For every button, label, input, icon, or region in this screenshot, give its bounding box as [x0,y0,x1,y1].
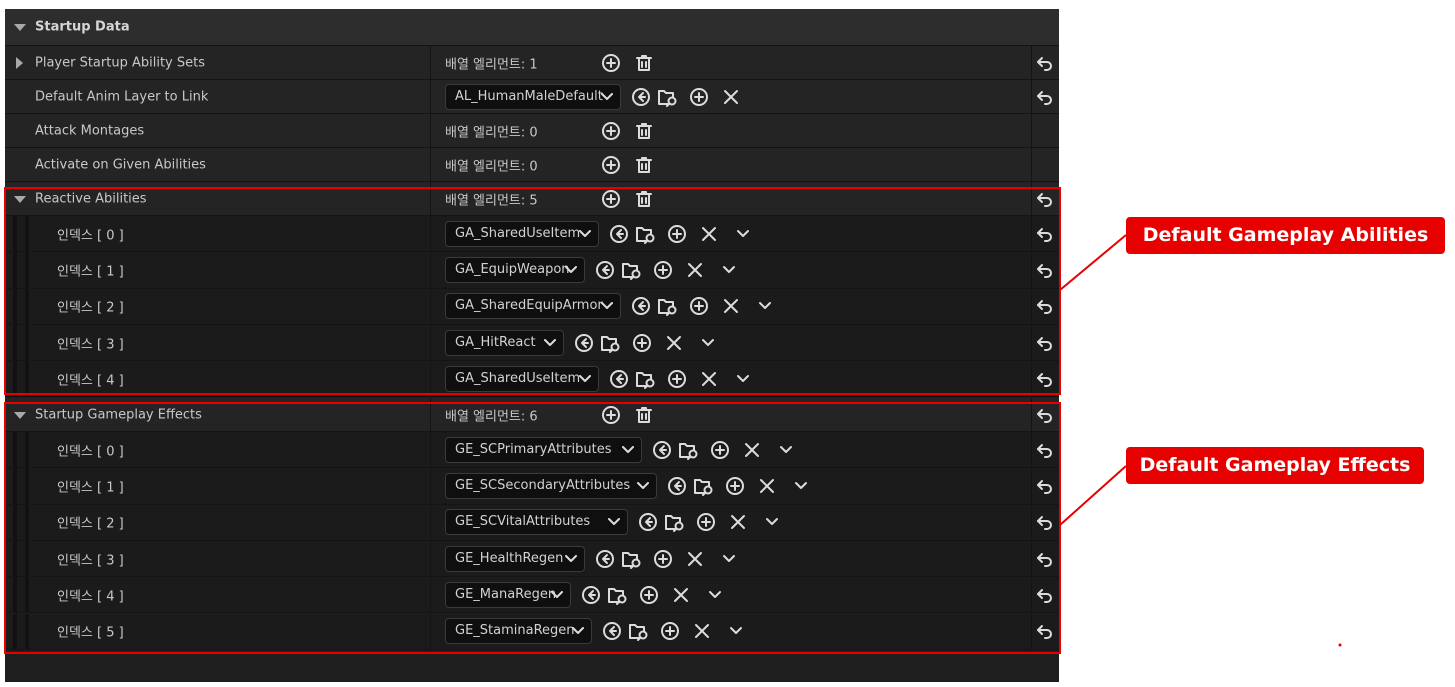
abilities-highlight-box [4,187,1061,395]
effects-connector-line [1059,465,1127,526]
abilities-connector-line [1059,234,1127,291]
stray-dot [1338,643,1342,647]
abilities-callout: Default Gameplay Abilities [1126,217,1445,254]
effects-highlight-box [4,402,1061,654]
effects-callout: Default Gameplay Effects [1126,447,1424,484]
